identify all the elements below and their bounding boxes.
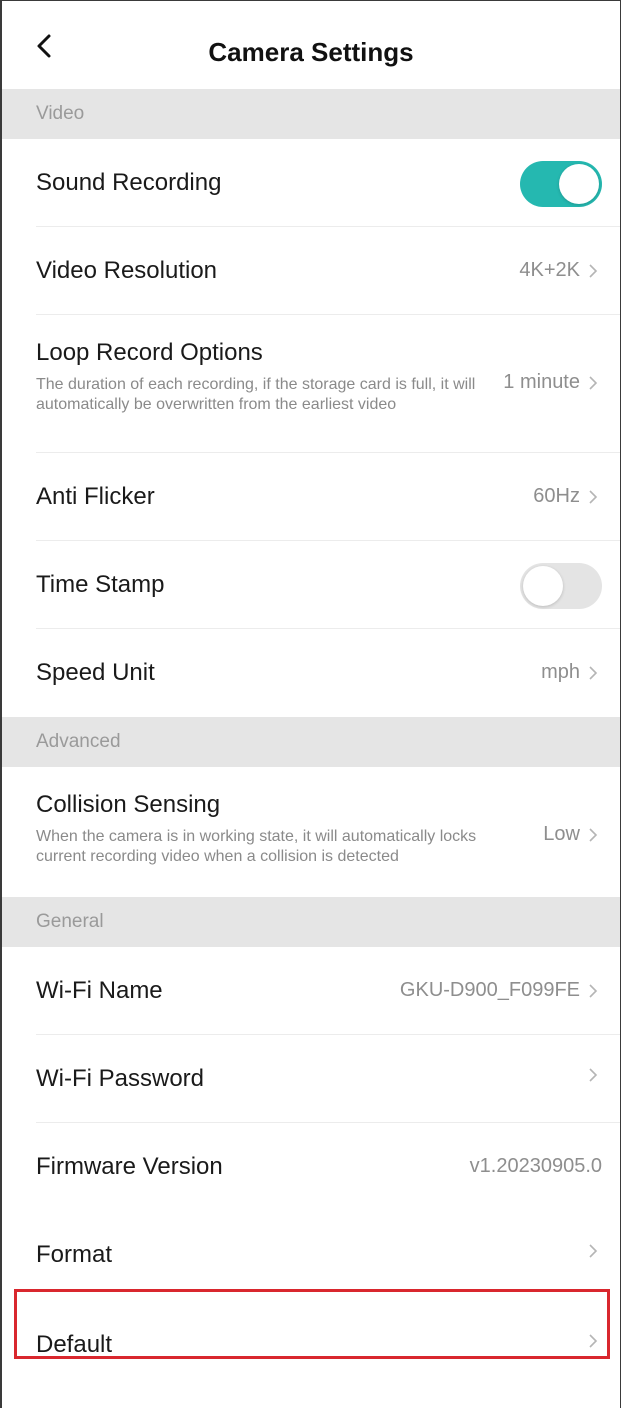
setting-label: Sound Recording [36, 169, 222, 196]
setting-value: Low [543, 823, 598, 846]
chevron-right-icon [589, 827, 598, 842]
chevron-right-icon [589, 1334, 598, 1348]
chevron-right-icon [589, 983, 598, 998]
setting-row-collision-sensing[interactable]: Collision Sensing When the camera is in … [2, 767, 620, 897]
camera-settings-screen: Camera Settings Video Sound Recording Vi… [0, 0, 621, 1408]
setting-value: 60Hz [533, 485, 598, 508]
setting-value [580, 1067, 598, 1083]
header: Camera Settings [2, 1, 620, 89]
setting-label: Wi-Fi Name [36, 977, 163, 1004]
setting-description: When the camera is in working state, it … [36, 828, 477, 865]
chevron-right-icon [589, 375, 598, 390]
setting-row-video-resolution[interactable]: Video Resolution 4K+2K [2, 227, 620, 315]
setting-row-default[interactable]: Default [2, 1301, 620, 1389]
setting-label: Video Resolution [36, 257, 218, 284]
setting-value-text: 4K+2K [519, 259, 580, 281]
setting-row-format[interactable]: Format [2, 1211, 620, 1301]
setting-label: Firmware Version [36, 1153, 223, 1180]
page-title: Camera Settings [208, 37, 414, 67]
setting-row-firmware-version: Firmware Version v1.20230905.0 [2, 1123, 620, 1211]
setting-label: Loop Record Options [36, 339, 263, 366]
chevron-right-icon [589, 1068, 598, 1082]
setting-value-text: v1.20230905.0 [469, 1155, 602, 1177]
sound-recording-toggle[interactable] [520, 161, 602, 207]
section-header-general: General [2, 897, 620, 947]
time-stamp-toggle[interactable] [520, 563, 602, 609]
setting-value: GKU-D900_F099FE [400, 979, 598, 1002]
chevron-right-icon [589, 665, 598, 680]
section-header-video: Video [2, 89, 620, 139]
setting-label: Wi-Fi Password [36, 1065, 205, 1092]
setting-row-sound-recording: Sound Recording [2, 139, 620, 227]
setting-value-text: 1 minute [503, 371, 580, 393]
setting-value [580, 1333, 598, 1349]
setting-label: Speed Unit [36, 659, 155, 686]
setting-label: Time Stamp [36, 571, 165, 598]
setting-value-text: Low [543, 823, 580, 845]
setting-row-anti-flicker[interactable]: Anti Flicker 60Hz [2, 453, 620, 541]
setting-label: Anti Flicker [36, 483, 155, 510]
setting-label: Format [36, 1241, 113, 1268]
setting-value: v1.20230905.0 [470, 1155, 602, 1178]
setting-value-text: mph [541, 661, 580, 683]
setting-value [580, 1243, 598, 1259]
setting-row-wifi-password[interactable]: Wi-Fi Password [2, 1035, 620, 1123]
setting-value-text: 60Hz [533, 485, 580, 507]
setting-row-loop-record-options[interactable]: Loop Record Options The duration of each… [2, 315, 620, 453]
setting-value: 4K+2K [519, 259, 598, 282]
setting-value: mph [541, 661, 598, 684]
setting-row-time-stamp: Time Stamp [2, 541, 620, 629]
setting-label: Collision Sensing [36, 791, 221, 818]
setting-row-speed-unit[interactable]: Speed Unit mph [2, 629, 620, 717]
setting-label: Default [36, 1331, 113, 1358]
toggle-knob [559, 164, 599, 204]
section-header-advanced: Advanced [2, 717, 620, 767]
chevron-right-icon [589, 489, 598, 504]
toggle-knob [523, 566, 563, 606]
setting-value-text: GKU-D900_F099FE [399, 979, 580, 1001]
chevron-right-icon [589, 1244, 598, 1258]
setting-value: 1 minute [503, 371, 598, 394]
setting-row-wifi-name[interactable]: Wi-Fi Name GKU-D900_F099FE [2, 947, 620, 1035]
setting-description: The duration of each recording, if the s… [36, 376, 476, 413]
chevron-right-icon [589, 263, 598, 278]
